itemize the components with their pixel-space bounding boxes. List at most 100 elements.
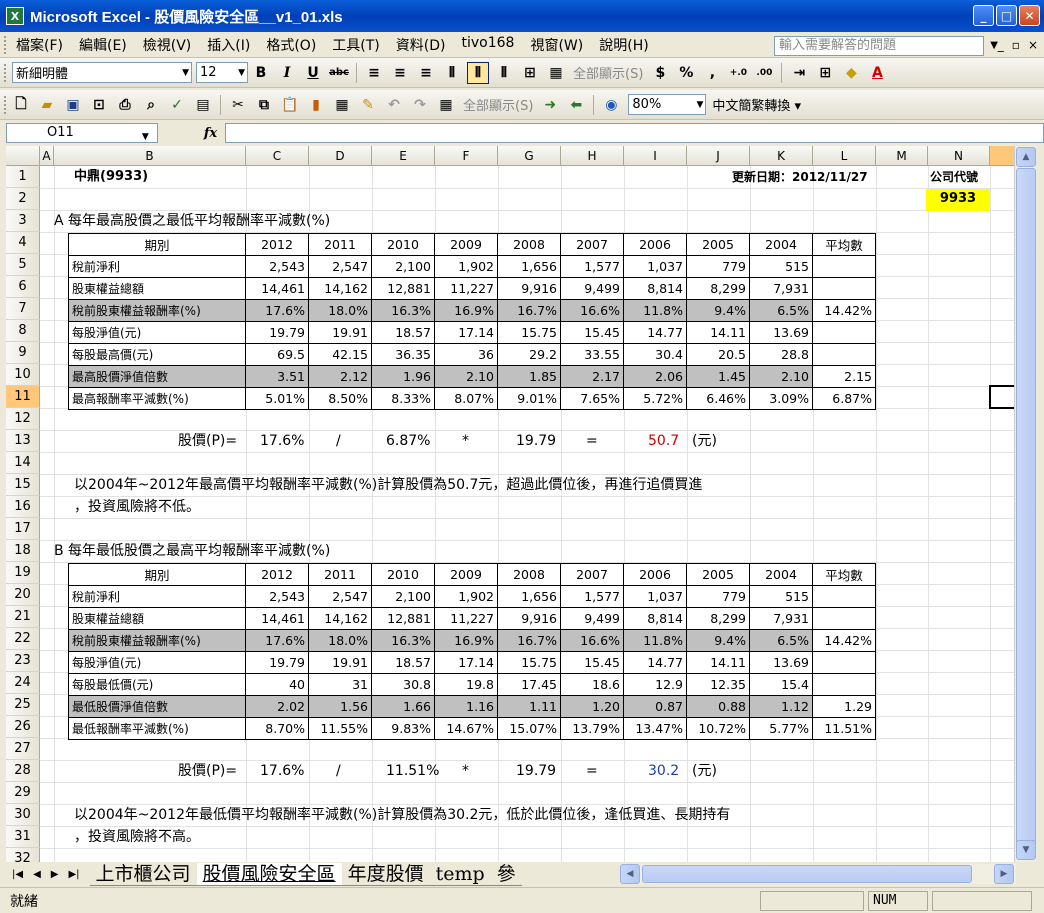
currency-button[interactable]: $ [649, 62, 671, 84]
value-cell[interactable] [812, 673, 876, 696]
value-cell[interactable]: 11.55% [308, 717, 372, 740]
value-cell[interactable]: 15.45 [560, 321, 624, 344]
row-label-cell[interactable]: 最高股價淨值倍數 [68, 365, 246, 388]
table-header-cell[interactable]: 2010 [371, 233, 435, 256]
value-cell[interactable]: 515 [749, 585, 813, 608]
row-header[interactable]: 11 [6, 386, 40, 408]
cut-icon[interactable]: ✂ [227, 94, 249, 116]
worksheet-grid[interactable]: ABCDEFGHIJKLMNO1234567891011121314151617… [6, 146, 1014, 862]
value-cell[interactable]: 15.75 [497, 321, 561, 344]
row-header[interactable]: 16 [6, 496, 40, 518]
vertical-scrollbar[interactable]: ▲ ▼ [1014, 146, 1036, 862]
row-header[interactable]: 25 [6, 694, 40, 716]
scroll-right-icon[interactable]: ▶ [994, 864, 1014, 884]
print-icon[interactable]: ⎙ [114, 94, 136, 116]
value-cell[interactable]: 14,461 [245, 607, 309, 630]
row-header[interactable]: 8 [6, 320, 40, 342]
value-cell[interactable]: 8.70% [245, 717, 309, 740]
distribute-button[interactable]: ⦀ [441, 62, 463, 84]
value-cell[interactable]: 1,902 [434, 255, 498, 278]
table-header-cell[interactable]: 2005 [686, 233, 750, 256]
row-label-cell[interactable]: 每股淨值(元) [68, 651, 246, 674]
value-cell[interactable]: 12.35 [686, 673, 750, 696]
value-cell[interactable]: 2,100 [371, 585, 435, 608]
value-cell[interactable]: 2.06 [623, 365, 687, 388]
value-cell[interactable]: 8,299 [686, 277, 750, 300]
table-header-cell[interactable]: 2004 [749, 233, 813, 256]
menu-item[interactable]: 說明(H) [591, 35, 656, 55]
print-preview-icon[interactable]: ⌕ [140, 94, 162, 116]
first-sheet-icon[interactable]: |◀ [12, 869, 23, 880]
menu-item[interactable]: 視窗(W) [522, 35, 591, 55]
value-cell[interactable]: 17.14 [434, 651, 498, 674]
value-cell[interactable]: 17.45 [497, 673, 561, 696]
sheet-tab[interactable]: 年度股價 [341, 863, 430, 886]
name-box[interactable]: O11 ▼ [6, 123, 158, 143]
column-width-button[interactable]: ⦀ [493, 62, 515, 84]
row-header[interactable]: 26 [6, 716, 40, 738]
indent-button[interactable]: ⇥ [788, 62, 810, 84]
value-cell[interactable]: 18.57 [371, 321, 435, 344]
row-header[interactable]: 19 [6, 562, 40, 584]
font-color-icon[interactable]: A [866, 62, 888, 84]
value-cell[interactable]: 2.10 [434, 365, 498, 388]
sheet-tab[interactable]: temp [429, 863, 491, 886]
value-cell[interactable]: 5.72% [623, 387, 687, 410]
fill-color-icon[interactable]: ◆ [840, 62, 862, 84]
value-cell[interactable]: 11,227 [434, 277, 498, 300]
column-header[interactable]: J [687, 146, 750, 166]
value-cell[interactable]: 8.07% [434, 387, 498, 410]
strikethrough-button[interactable]: abc [328, 62, 350, 84]
row-header[interactable]: 23 [6, 650, 40, 672]
value-cell[interactable]: 14.42% [812, 299, 876, 322]
borders-button[interactable]: ⊞ [814, 62, 836, 84]
table-header-cell[interactable]: 2008 [497, 563, 561, 586]
value-cell[interactable]: 1,577 [560, 585, 624, 608]
value-cell[interactable]: 14,162 [308, 277, 372, 300]
value-cell[interactable]: 1.29 [812, 695, 876, 718]
row-label-cell[interactable]: 稅前股東權益報酬率(%) [68, 299, 246, 322]
permission-icon[interactable]: ⊡ [88, 94, 110, 116]
arrow-right-icon[interactable]: ➜ [539, 94, 561, 116]
value-cell[interactable]: 9.83% [371, 717, 435, 740]
font-size-select[interactable]: 12 ▼ [196, 62, 248, 83]
toolbar-grip[interactable] [4, 63, 8, 82]
row-label-cell[interactable]: 最低股價淨值倍數 [68, 695, 246, 718]
value-cell[interactable]: 6.87% [812, 387, 876, 410]
value-cell[interactable]: 3.09% [749, 387, 813, 410]
value-cell[interactable]: 15.75 [497, 651, 561, 674]
value-cell[interactable]: 17.6% [245, 629, 309, 652]
spelling-icon[interactable]: ✓ [166, 94, 188, 116]
column-header[interactable]: I [624, 146, 687, 166]
scroll-up-icon[interactable]: ▲ [1016, 147, 1036, 167]
value-cell[interactable]: 16.6% [560, 629, 624, 652]
column-header[interactable]: D [309, 146, 372, 166]
value-cell[interactable]: 18.57 [371, 651, 435, 674]
value-cell[interactable]: 5.77% [749, 717, 813, 740]
value-cell[interactable]: 28.8 [749, 343, 813, 366]
row-header[interactable]: 31 [6, 826, 40, 848]
column-header[interactable]: C [246, 146, 309, 166]
value-cell[interactable]: 14.42% [812, 629, 876, 652]
row-header[interactable]: 4 [6, 232, 40, 254]
row-header[interactable]: 14 [6, 452, 40, 474]
value-cell[interactable]: 8.33% [371, 387, 435, 410]
row-label-cell[interactable]: 股東權益總額 [68, 607, 246, 630]
table-header-cell[interactable]: 2005 [686, 563, 750, 586]
row-header[interactable]: 3 [6, 210, 40, 232]
align-left-button[interactable]: ≡ [363, 62, 385, 84]
align-right-button[interactable]: ≡ [415, 62, 437, 84]
value-cell[interactable]: 14.77 [623, 321, 687, 344]
value-cell[interactable]: 2,547 [308, 255, 372, 278]
value-cell[interactable]: 15.4 [749, 673, 813, 696]
value-cell[interactable]: 40 [245, 673, 309, 696]
table-header-cell[interactable]: 期別 [68, 233, 246, 256]
value-cell[interactable]: 3.51 [245, 365, 309, 388]
insert-function-icon[interactable]: fx [204, 126, 217, 141]
column-header[interactable]: G [498, 146, 561, 166]
value-cell[interactable] [812, 585, 876, 608]
value-cell[interactable]: 14.11 [686, 321, 750, 344]
horizontal-scrollbar[interactable]: ◀ ▶ [620, 864, 1016, 884]
value-cell[interactable]: 2.12 [308, 365, 372, 388]
row-header[interactable]: 30 [6, 804, 40, 826]
